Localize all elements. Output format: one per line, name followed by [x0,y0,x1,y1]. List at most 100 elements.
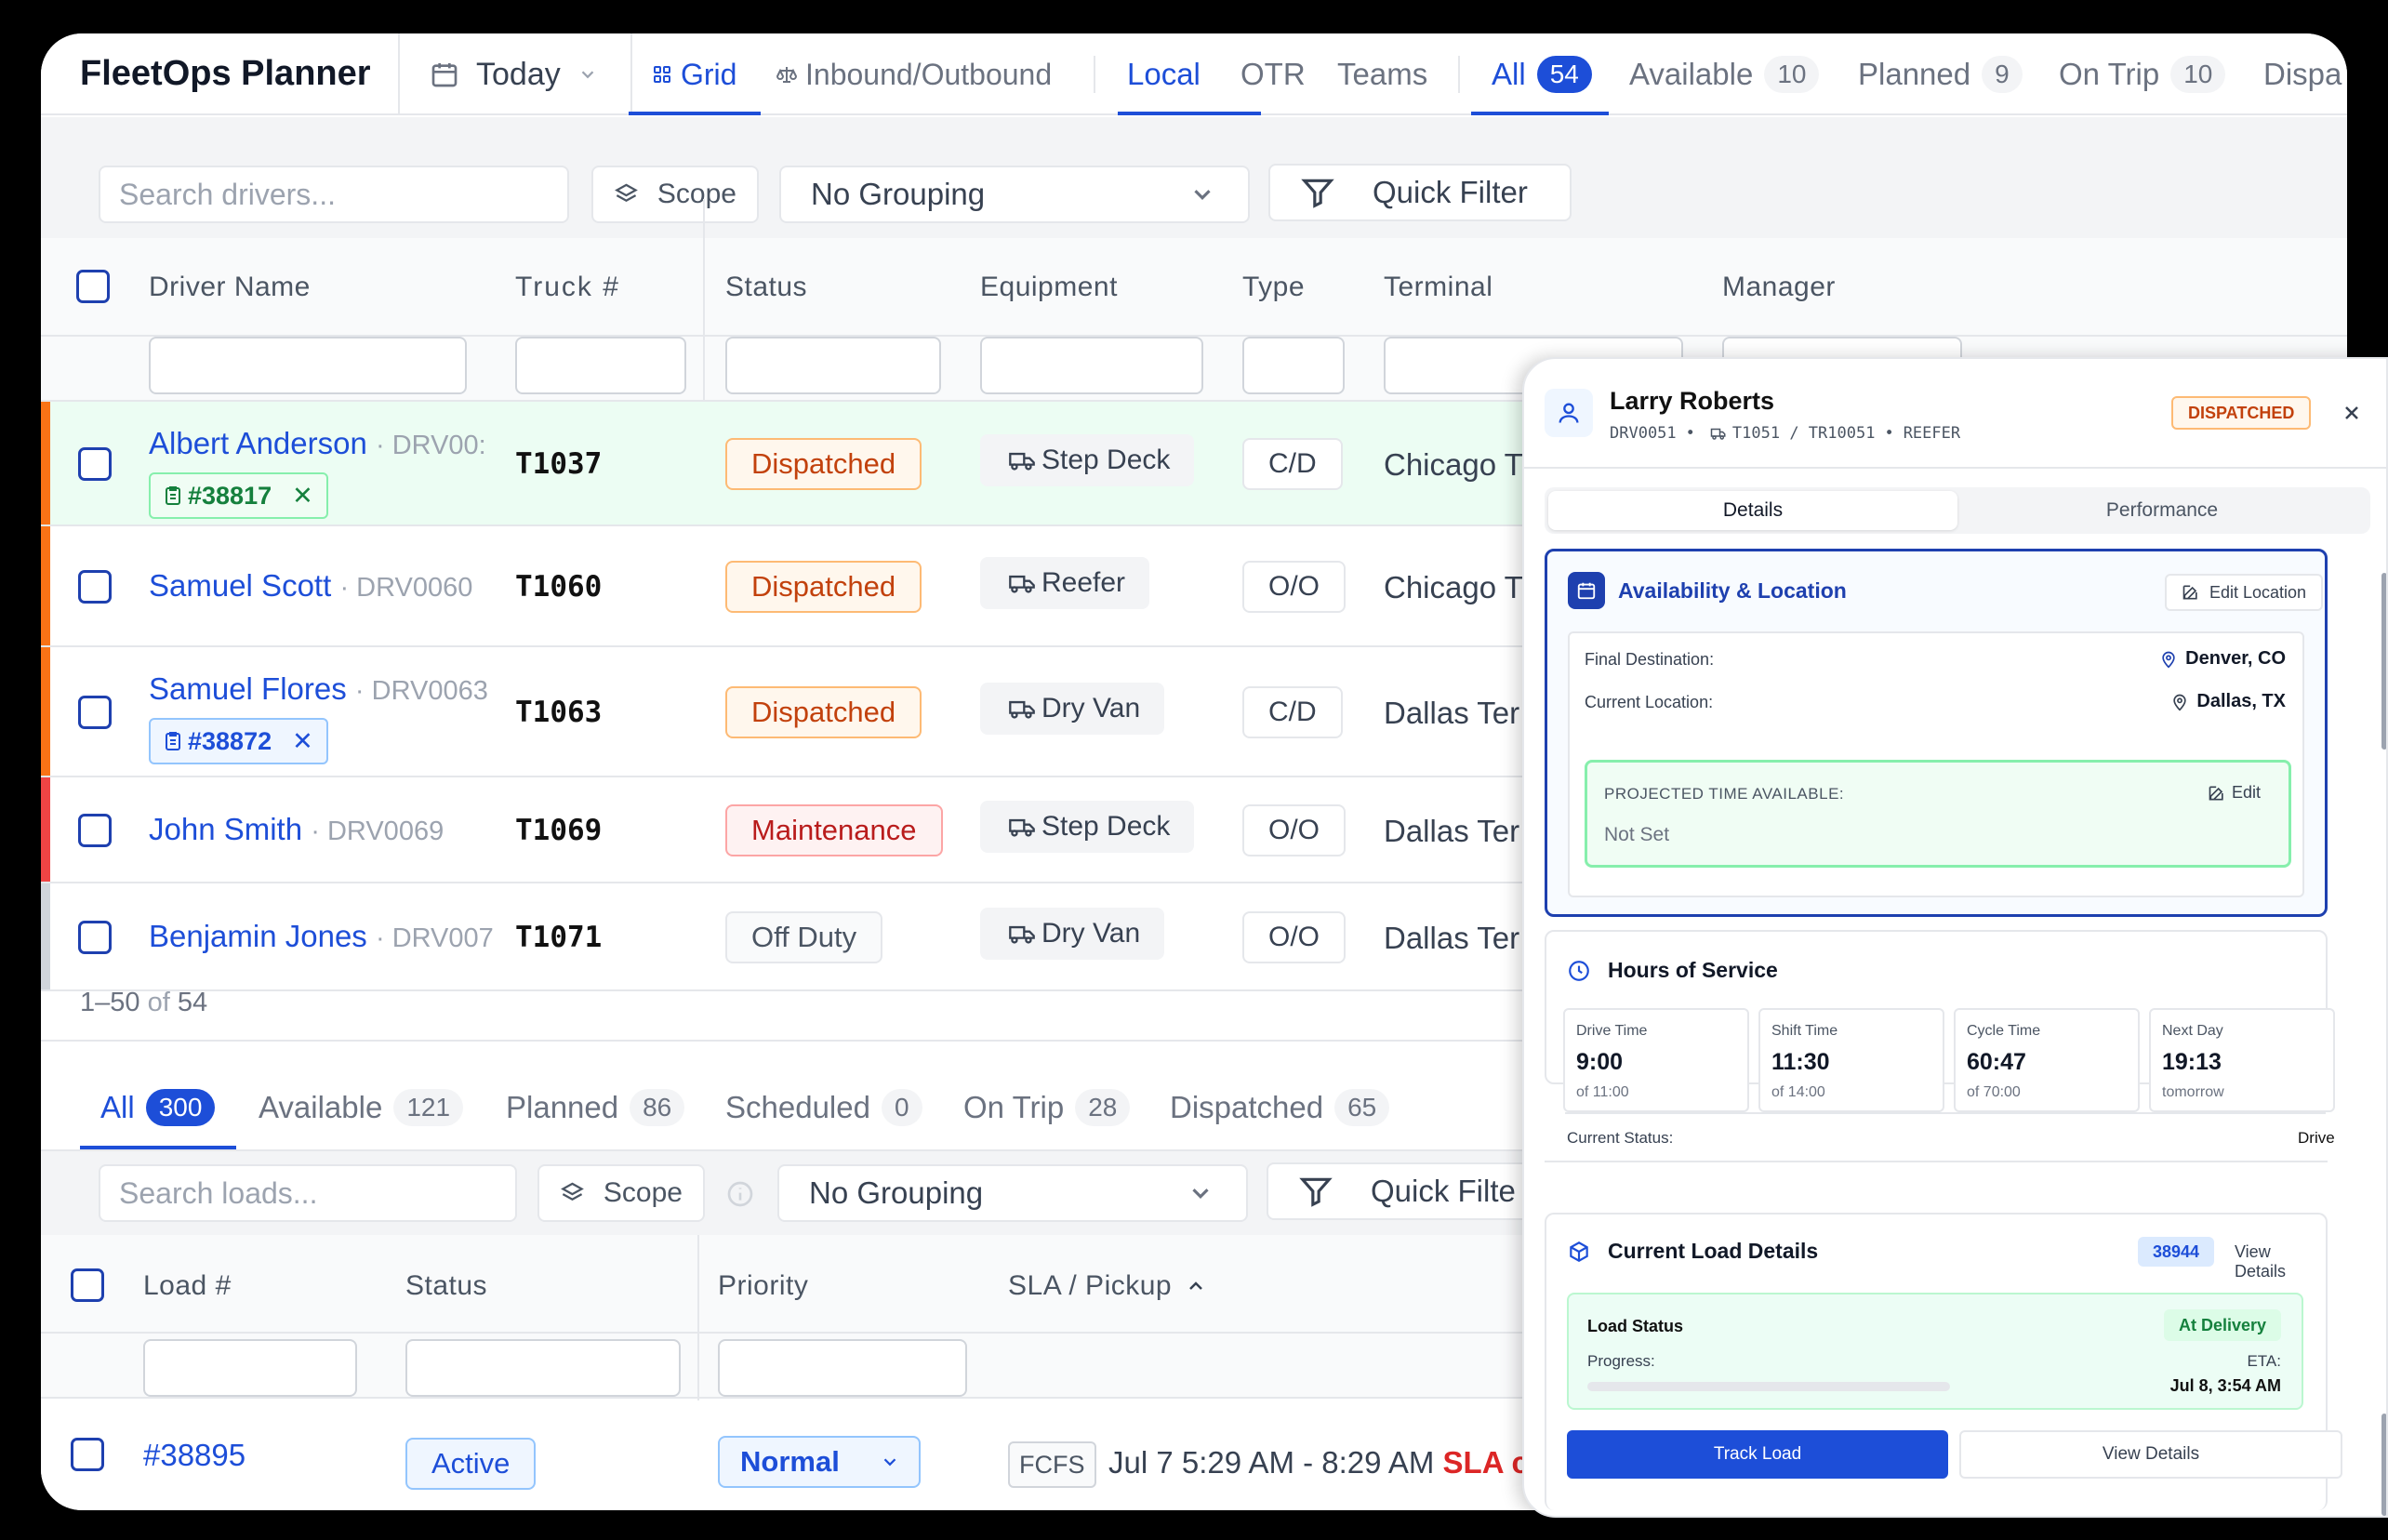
filter-input-load[interactable] [143,1339,357,1397]
hos-drive-time: Drive Time 9:00 of 11:00 [1563,1008,1749,1112]
tab-otr-label: OTR [1240,57,1306,91]
load-tab-dispatched[interactable]: Dispatched 65 [1170,1075,1390,1140]
quick-filter-button[interactable]: Quick Filter [1268,164,1572,221]
filter-input-truck[interactable] [515,337,686,394]
filter-input-driver-name[interactable] [149,337,467,394]
truck-icon [1009,575,1035,593]
tab-performance[interactable]: Performance [1957,491,2367,530]
filter-tab-on-trip[interactable]: On Trip 10 [2059,50,2226,99]
select-all-checkbox[interactable] [76,270,110,303]
load-id-pill[interactable]: 38944 [2138,1237,2215,1267]
row-status-stripe [41,777,50,882]
remove-tag-icon[interactable]: ✕ [292,482,313,511]
load-tag[interactable]: #38817 ✕ [149,472,328,519]
filter-tab-all[interactable]: All 54 [1492,50,1592,99]
grouping-select[interactable]: No Grouping [779,166,1250,223]
driver-name-link[interactable]: Albert Anderson · DRV00: [149,426,486,461]
row-checkbox[interactable] [78,696,112,729]
load-tab-scheduled[interactable]: Scheduled 0 [725,1075,922,1140]
filter-input-load-status[interactable] [405,1339,681,1397]
load-tab-on-trip[interactable]: On Trip 28 [963,1075,1131,1140]
load-tab-available[interactable]: Available 121 [259,1075,464,1140]
hos-value: 19:13 [2162,1049,2222,1075]
hos-limit: of 14:00 [1771,1084,1825,1100]
clipboard-icon [166,486,180,505]
row-checkbox[interactable] [78,921,112,954]
driver-id: · DRV0060 [339,573,473,603]
hos-next-day: Next Day 19:13 tomorrow [2149,1008,2335,1112]
tab-grid[interactable]: Grid [651,50,736,99]
load-grouping-select[interactable]: No Grouping [777,1164,1248,1222]
priority-select[interactable]: Normal [718,1436,921,1488]
load-scope-button[interactable]: Scope [537,1164,705,1222]
row-checkbox[interactable] [71,1438,104,1471]
hos-label: Cycle Time [1967,1023,2041,1039]
filter-tab-dispatched[interactable]: Dispa [2263,50,2342,99]
row-checkbox[interactable] [78,447,112,481]
tab-details[interactable]: Details [1548,491,1957,530]
view-details-button[interactable]: View Details [1959,1430,2342,1479]
tab-teams[interactable]: Teams [1337,50,1427,99]
count-badge: 28 [1075,1089,1131,1126]
separator-dot: • [1685,424,1695,443]
driver-name: Benjamin Jones [149,919,367,953]
info-icon[interactable] [725,1179,755,1209]
hos-value: 60:47 [1967,1049,2026,1075]
top-bar: FleetOps Planner Today Grid Inbound/Outb… [41,33,2347,115]
driver-search-input[interactable]: Search drivers... [99,166,569,223]
load-search-input[interactable]: Search loads... [99,1164,517,1222]
load-tab-all[interactable]: All 300 [100,1075,216,1140]
scrollbar[interactable] [2381,1414,2386,1516]
driver-name-link[interactable]: Benjamin Jones · DRV007 [149,919,494,954]
row-checkbox[interactable] [78,814,112,847]
grid-icon [654,66,670,83]
filter-input-equipment[interactable] [980,337,1203,394]
view-details-link[interactable]: View Details [2235,1242,2326,1281]
column-header-priority[interactable]: Priority [718,1270,808,1302]
driver-name-link[interactable]: Samuel Scott · DRV0060 [149,568,472,604]
close-button[interactable] [2333,394,2370,431]
column-header-status[interactable]: Status [725,272,807,303]
load-link[interactable]: #38895 [143,1438,245,1473]
column-header-terminal[interactable]: Terminal [1384,272,1492,303]
equipment-label: Step Deck [1041,445,1171,475]
layers-icon [561,1182,584,1201]
column-header-driver-name[interactable]: Driver Name [149,272,311,303]
load-tab-planned[interactable]: Planned 86 [506,1075,685,1140]
column-header-load-status[interactable]: Status [405,1270,487,1302]
date-picker[interactable]: Today [430,52,615,97]
truck-icon [1009,818,1035,837]
load-tab-label: On Trip [963,1090,1065,1124]
edit-location-button[interactable]: Edit Location [2165,574,2324,611]
load-tag[interactable]: #38872 ✕ [149,718,328,764]
column-header-sla[interactable]: SLA / Pickup [1008,1270,1207,1302]
filter-input-priority[interactable] [718,1339,967,1397]
column-header-truck[interactable]: Truck # [515,272,620,303]
filter-input-status[interactable] [725,337,941,394]
tab-local[interactable]: Local [1127,50,1201,99]
scope-button[interactable]: Scope [591,166,759,223]
column-header-equipment[interactable]: Equipment [980,272,1118,303]
driver-toolbar: Search drivers... Scope No Grouping Quic… [41,117,2347,238]
hos-title-text: Hours of Service [1608,958,1778,982]
select-all-loads-checkbox[interactable] [71,1268,104,1302]
tab-inbound-outbound[interactable]: Inbound/Outbound [776,50,1052,99]
filter-tab-available[interactable]: Available 10 [1629,50,1820,99]
row-checkbox[interactable] [78,570,112,604]
filter-input-type[interactable] [1242,337,1345,394]
driver-name-link[interactable]: John Smith · DRV0069 [149,812,444,847]
scrollbar[interactable] [2381,573,2386,750]
filter-tab-planned[interactable]: Planned 9 [1858,50,2023,99]
driver-name-link[interactable]: Samuel Flores · DRV0063 [149,671,488,707]
column-header-load[interactable]: Load # [143,1270,232,1302]
load-status-badge: Active [405,1438,537,1490]
projected-edit-button[interactable]: Edit [2208,783,2261,803]
track-load-button[interactable]: Track Load [1567,1430,1948,1479]
terminal-name: Dallas Ter [1384,814,1520,848]
current-load-title-text: Current Load Details [1608,1239,1819,1263]
column-header-type[interactable]: Type [1242,272,1305,303]
remove-tag-icon[interactable]: ✕ [292,727,313,756]
tab-otr[interactable]: OTR [1240,50,1306,99]
panel-driver-meta: DRV0051 • T1051 / TR10051 • REEFER [1610,424,1960,443]
column-header-manager[interactable]: Manager [1722,272,1836,303]
